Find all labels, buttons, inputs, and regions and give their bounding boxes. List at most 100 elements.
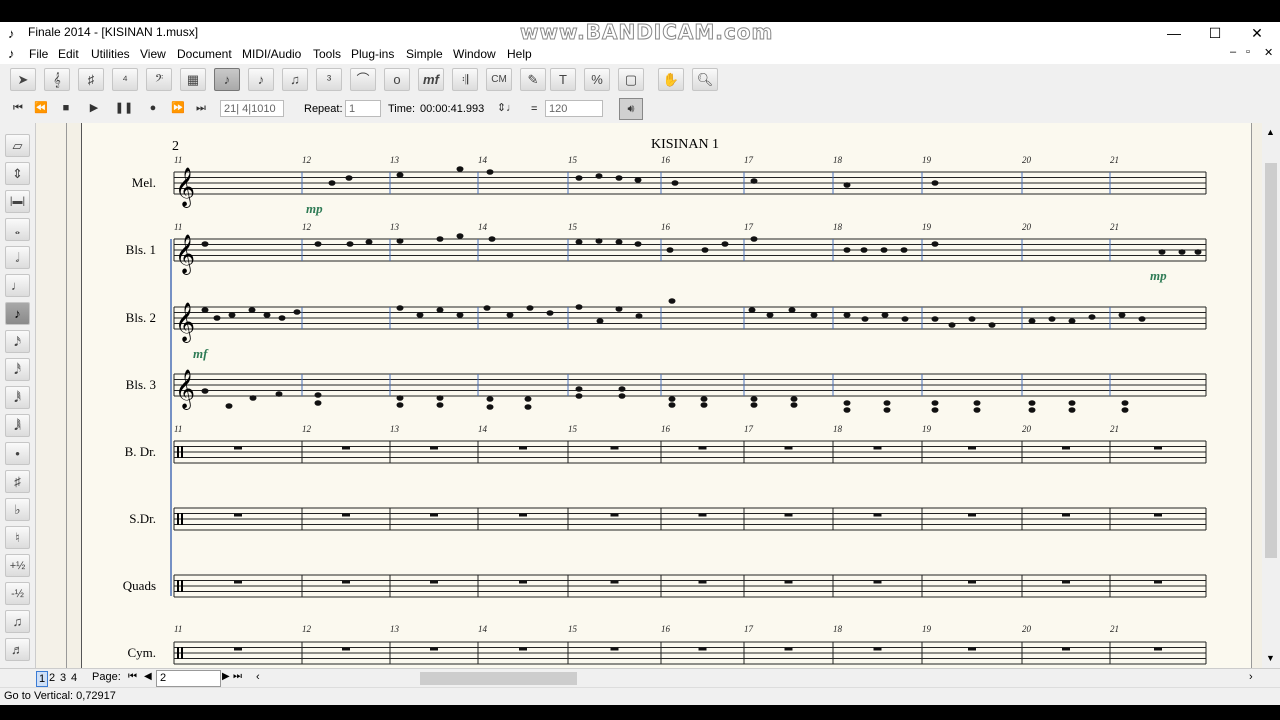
half-step-up-icon[interactable]: +½ (5, 554, 30, 577)
prev-page-icon[interactable]: ◀ (144, 671, 152, 682)
half-note-icon[interactable]: 𝅗𝅥 (5, 246, 30, 269)
playback-counter-field[interactable]: 21| 4|1010 (220, 100, 284, 117)
page-number-input[interactable]: 2 (156, 670, 221, 687)
scroll-right-icon[interactable]: › (1249, 671, 1253, 683)
hand-grabber-icon[interactable]: ✋ (658, 68, 684, 91)
tempo-field[interactable]: 120 (545, 100, 603, 117)
measure-number: 15 (568, 624, 578, 634)
maximize-button[interactable]: ☐ (1192, 22, 1238, 44)
eighth-note-icon[interactable]: ♪ (5, 302, 30, 325)
dot-icon[interactable]: • (5, 442, 30, 465)
smart-shape-tool-icon[interactable]: ⌒ (350, 68, 376, 91)
rewind-icon[interactable]: ⏪ (31, 98, 51, 118)
score-page[interactable]: 2 KISINAN 1 Mel. 𝄞 Bls. 1 𝄞 Bls. 2 𝄞 Bls. 3 𝄞 B.… (81, 123, 1252, 668)
staff-tool-icon[interactable]: 𝄞 (44, 68, 70, 91)
measure-rest-icon[interactable]: |▬| (5, 190, 30, 213)
skip-to-end-icon[interactable]: ⏭ (191, 98, 211, 118)
menu-tools[interactable]: Tools (313, 47, 341, 61)
thirtysecond-note-icon[interactable]: 𝅘𝅥𝅰 (5, 358, 30, 381)
notehead (634, 177, 642, 183)
playback-settings-icon[interactable]: 🔊︎ (619, 98, 643, 120)
natural-icon[interactable]: ♮ (5, 526, 30, 549)
chord-tool-icon[interactable]: CM (486, 68, 512, 91)
percussion-clef-icon (181, 647, 183, 659)
rewind-to-start-icon[interactable]: ⏮ (8, 98, 28, 118)
tie-icon[interactable]: ♫ (5, 610, 30, 633)
score-canvas[interactable]: 2 KISINAN 1 Mel. 𝄞 Bls. 1 𝄞 Bls. 2 𝄞 Bls. 3 𝄞 B.… (82, 123, 1252, 668)
main-tool-palette: ➤ 𝄞 ♯ ⁴ 𝄢 ▦ ♪ ♪ ♫ ³ ⌒ ᴏ mf 𝄇 CM ✎ T % ▢ … (0, 64, 1280, 96)
tuplet-tool-icon[interactable]: ³ (316, 68, 342, 91)
scroll-left-icon[interactable]: ‹ (256, 671, 260, 683)
quarter-note-icon[interactable]: ♩ (5, 274, 30, 297)
zoom-tool-icon[interactable]: 🔍︎ (692, 68, 718, 91)
menu-simple[interactable]: Simple (406, 47, 443, 61)
notehead (861, 316, 869, 322)
selection-tool-icon[interactable]: ➤ (10, 68, 36, 91)
menu-plugins[interactable]: Plug-ins (351, 47, 394, 61)
menu-document[interactable]: Document (177, 47, 232, 61)
vertical-scrollbar[interactable]: ▲ ▼ (1262, 123, 1280, 668)
half-step-down-icon[interactable]: -½ (5, 582, 30, 605)
page-tab-4[interactable]: 4 (69, 671, 79, 685)
sharp-icon[interactable]: ♯ (5, 470, 30, 493)
notehead (701, 247, 709, 253)
next-page-icon[interactable]: ▶ (222, 671, 230, 682)
menu-edit[interactable]: Edit (58, 47, 79, 61)
sixtyfourth-note-icon[interactable]: 𝅘𝅥𝅱 (5, 386, 30, 409)
time-signature-tool-icon[interactable]: ⁴ (112, 68, 138, 91)
last-page-icon[interactable]: ⏭ (233, 671, 242, 682)
minimize-button[interactable]: — (1151, 22, 1197, 44)
lyrics-tool-icon[interactable]: ✎ (520, 68, 546, 91)
close-button[interactable]: ✕ (1234, 22, 1280, 44)
page-tab-2[interactable]: 2 (47, 671, 57, 685)
page-tab-3[interactable]: 3 (58, 671, 68, 685)
simple-entry-tool-icon[interactable]: ♪ (214, 68, 240, 91)
horizontal-scroll-thumb[interactable] (420, 672, 577, 685)
clef-tool-icon[interactable]: 𝄢 (146, 68, 172, 91)
articulation-tool-icon[interactable]: ᴏ (384, 68, 410, 91)
tempo-note-icon[interactable]: ⇕♩ (492, 98, 522, 118)
doc-minimize-button[interactable]: – (1230, 46, 1236, 58)
menu-view[interactable]: View (140, 47, 166, 61)
measure-number: 19 (922, 624, 932, 634)
grace-note-icon[interactable]: ♬ (5, 638, 30, 661)
menu-midi-audio[interactable]: MIDI/Audio (242, 47, 301, 61)
flat-icon[interactable]: ♭ (5, 498, 30, 521)
page-layout-tool-icon[interactable]: ▢ (618, 68, 644, 91)
menu-help[interactable]: Help (507, 47, 532, 61)
measure-number: 19 (922, 424, 932, 434)
score-gutter (36, 123, 66, 668)
first-page-icon[interactable]: ⏮ (128, 671, 137, 682)
key-signature-tool-icon[interactable]: ♯ (78, 68, 104, 91)
measure-number: 16 (661, 155, 671, 165)
repeat-select[interactable]: 1 (345, 100, 381, 117)
expression-tool-icon[interactable]: mf (418, 68, 444, 91)
tuplet-tool-icon[interactable]: ⇕ (5, 162, 30, 185)
whole-rest (968, 580, 976, 584)
repeat-tool-icon[interactable]: 𝄇 (452, 68, 478, 91)
text-tool-icon[interactable]: T (550, 68, 576, 91)
time-value: 00:00:41.993 (420, 103, 485, 115)
vertical-scroll-thumb[interactable] (1265, 163, 1277, 558)
menu-utilities[interactable]: Utilities (91, 47, 130, 61)
pause-icon[interactable]: ❚❚ (114, 98, 134, 118)
resize-tool-icon[interactable]: % (584, 68, 610, 91)
play-icon[interactable]: ▶ (84, 98, 104, 118)
fast-forward-icon[interactable]: ⏩ (168, 98, 188, 118)
stop-icon[interactable]: ■ (56, 98, 76, 118)
128th-note-icon[interactable]: 𝅘𝅥𝅲 (5, 414, 30, 437)
menu-file[interactable]: File (29, 47, 48, 61)
doc-restore-button[interactable]: ▫ (1246, 46, 1250, 58)
scroll-up-icon[interactable]: ▲ (1266, 127, 1275, 137)
eraser-icon[interactable]: ▱ (5, 134, 30, 157)
menu-window[interactable]: Window (453, 47, 496, 61)
scroll-down-icon[interactable]: ▼ (1266, 653, 1275, 663)
measure-tool-icon[interactable]: ▦ (180, 68, 206, 91)
hyperscribe-tool-icon[interactable]: ♫ (282, 68, 308, 91)
sixteenth-note-icon[interactable]: 𝅘𝅥𝅯 (5, 330, 30, 353)
speedy-entry-tool-icon[interactable]: ♪ (248, 68, 274, 91)
whole-note-icon[interactable]: 𝅝 (5, 218, 30, 241)
notehead (278, 315, 286, 321)
doc-close-button[interactable]: ✕ (1264, 46, 1273, 59)
record-icon[interactable]: ● (143, 98, 163, 118)
